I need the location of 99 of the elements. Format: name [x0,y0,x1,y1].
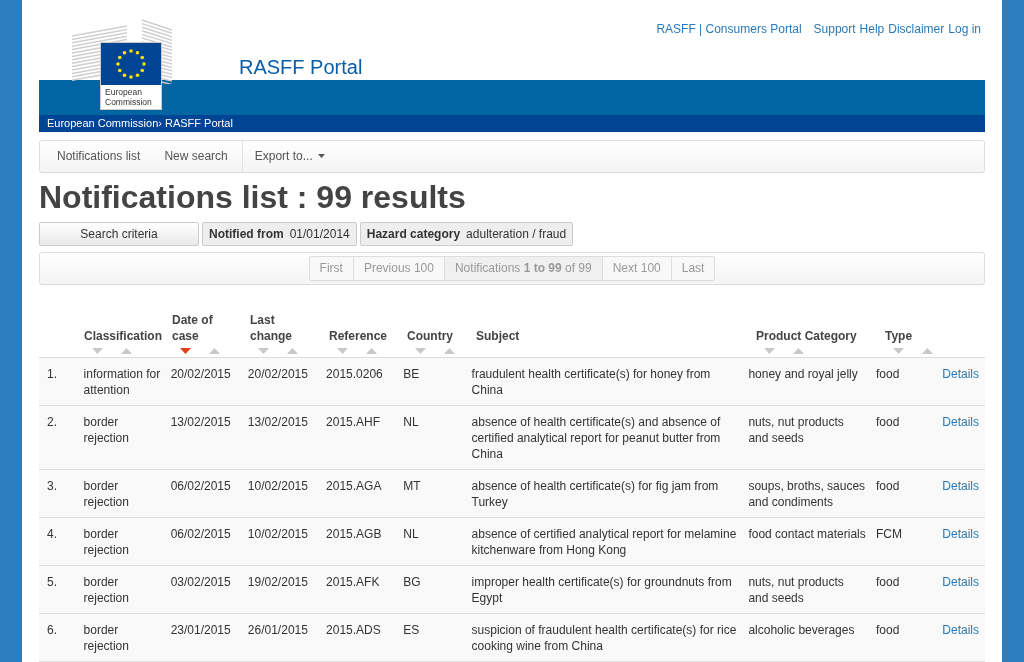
table-cell: 19/02/2015 [247,575,308,589]
toolbar-menu-item[interactable]: New search [152,140,240,172]
table-cell: 20/02/2015 [170,367,231,381]
table-cell: nuts, nut products and seeds [748,575,844,605]
row-number: 5. [47,575,57,589]
row-number: 2. [47,415,57,429]
table-cell: 2015.AGA [326,479,382,493]
table-cell: 06/02/2015 [170,479,231,493]
table-cell: 20/02/2015 [247,367,308,381]
site-title: RASFF Portal [239,55,363,80]
toolbar-menu-item[interactable]: Export to... [241,140,337,172]
table-cell: 2015.AGB [326,527,382,541]
last-page-button[interactable]: Last [671,256,715,280]
table-cell: 2015.AHF [326,415,381,429]
table-cell: food [876,367,900,381]
column-header[interactable]: Reference [329,328,402,344]
details-link[interactable]: Details [942,414,979,430]
table-cell: border rejection [83,575,129,605]
table-cell: 2015.0206 [326,367,383,381]
table-cell: 23/01/2015 [170,623,231,637]
table-cell: information for attention [83,367,161,397]
table-cell: MT [403,479,421,493]
row-number: 3. [47,479,57,493]
table-cell: 10/02/2015 [247,527,308,541]
table-cell: border rejection [83,623,129,653]
table-cell: ES [403,623,420,637]
table-cell: 26/01/2015 [247,623,308,637]
table-cell: border rejection [83,527,129,557]
logo-text: European Commission [105,86,153,109]
sort-ascending-icon[interactable] [287,348,298,354]
breadcrumb[interactable]: European Commission› RASFF Portal [47,115,233,132]
details-link[interactable]: Details [942,574,979,590]
column-header[interactable]: Last change [250,312,329,344]
details-link[interactable]: Details [942,366,979,382]
table-cell: 10/02/2015 [247,479,308,493]
search-criteria-button[interactable]: Search criteria [39,221,199,246]
toolbar-menu-item[interactable]: Notifications list [40,140,153,172]
table-cell: improper health certificate(s) for groundnuts from Egypt [471,575,732,605]
table-cell: 03/02/2015 [170,575,231,589]
row-number: 1. [47,367,57,381]
table-cell: FCM [876,527,902,541]
column-header[interactable]: Type [885,328,927,344]
table-cell: BG [403,575,421,589]
header-link[interactable]: Support [813,20,856,38]
table-cell: food [876,479,900,493]
previous-page-button[interactable]: Previous 100 [353,256,445,280]
row-number: 4. [47,527,57,541]
sort-descending-icon[interactable] [180,348,191,354]
table-cell: food [876,415,900,429]
next-page-button[interactable]: Next 100 [602,256,672,280]
filter-name: Notified from [209,225,284,243]
sort-ascending-icon[interactable] [121,348,132,354]
column-header[interactable]: Product Category [756,328,871,344]
table-cell: 06/02/2015 [170,527,231,541]
sort-ascending-icon[interactable] [444,348,455,354]
table-cell: food [876,575,900,589]
table-cell: NL [403,415,419,429]
table-cell: BE [403,367,420,381]
table-cell: absence of health certificate(s) and absence of certified analytical report for peanut butter from China [471,415,721,461]
header-link[interactable]: Disclaimer [888,20,945,38]
table-cell: 2015.AFK [326,575,380,589]
column-header[interactable]: Subject [476,328,534,344]
table-cell: honey and royal jelly [748,367,858,381]
sort-ascending-icon[interactable] [209,348,220,354]
sort-ascending-icon[interactable] [366,348,377,354]
first-page-button[interactable]: First [309,256,354,280]
filter-name: Hazard category [366,225,461,243]
details-link[interactable]: Details [942,478,979,494]
table-cell: border rejection [83,479,129,509]
header-link[interactable]: Log in [948,20,981,38]
filter-value: adulteration / fraud [466,225,567,243]
table-cell: absence of certified analytical report for melamine kitchenware from Hong Kong [471,527,737,557]
details-link[interactable]: Details [942,622,979,638]
table-cell: soups, broths, sauces and condiments [748,479,866,509]
table-cell: border rejection [83,415,129,445]
table-cell: 2015.ADS [326,623,381,637]
column-header[interactable]: Country [407,328,467,344]
table-cell: suspicion of fraudulent health certificate(s) for rice cooking wine from China [471,623,737,653]
header-link[interactable]: RASFF | Consumers Portal [656,20,802,38]
page-title: Notifications list : 99 results [39,177,467,216]
eu-flag-icon [101,43,161,85]
table-cell: 13/02/2015 [247,415,308,429]
table-cell: food contact materials [748,527,866,541]
filter-value: 01/01/2014 [289,225,350,243]
row-number: 6. [47,623,57,637]
table-cell: 13/02/2015 [170,415,231,429]
header-link[interactable]: Help [859,20,885,38]
details-link[interactable]: Details [942,526,979,542]
table-cell: alcoholic beverages [748,623,855,637]
table-cell: nuts, nut products and seeds [748,415,844,445]
table-cell: food [876,623,900,637]
page-info: Notifications 1 to 99 of 99 [444,256,603,280]
column-header[interactable]: Date of case [172,312,250,344]
sort-ascending-icon[interactable] [922,348,933,354]
table-cell: absence of health certificate(s) for fig jam from Turkey [471,479,719,509]
table-cell: fraudulent health certificate(s) for honey from China [471,367,711,397]
table-cell: NL [403,527,419,541]
caret-icon [317,154,325,159]
sort-ascending-icon[interactable] [793,348,804,354]
